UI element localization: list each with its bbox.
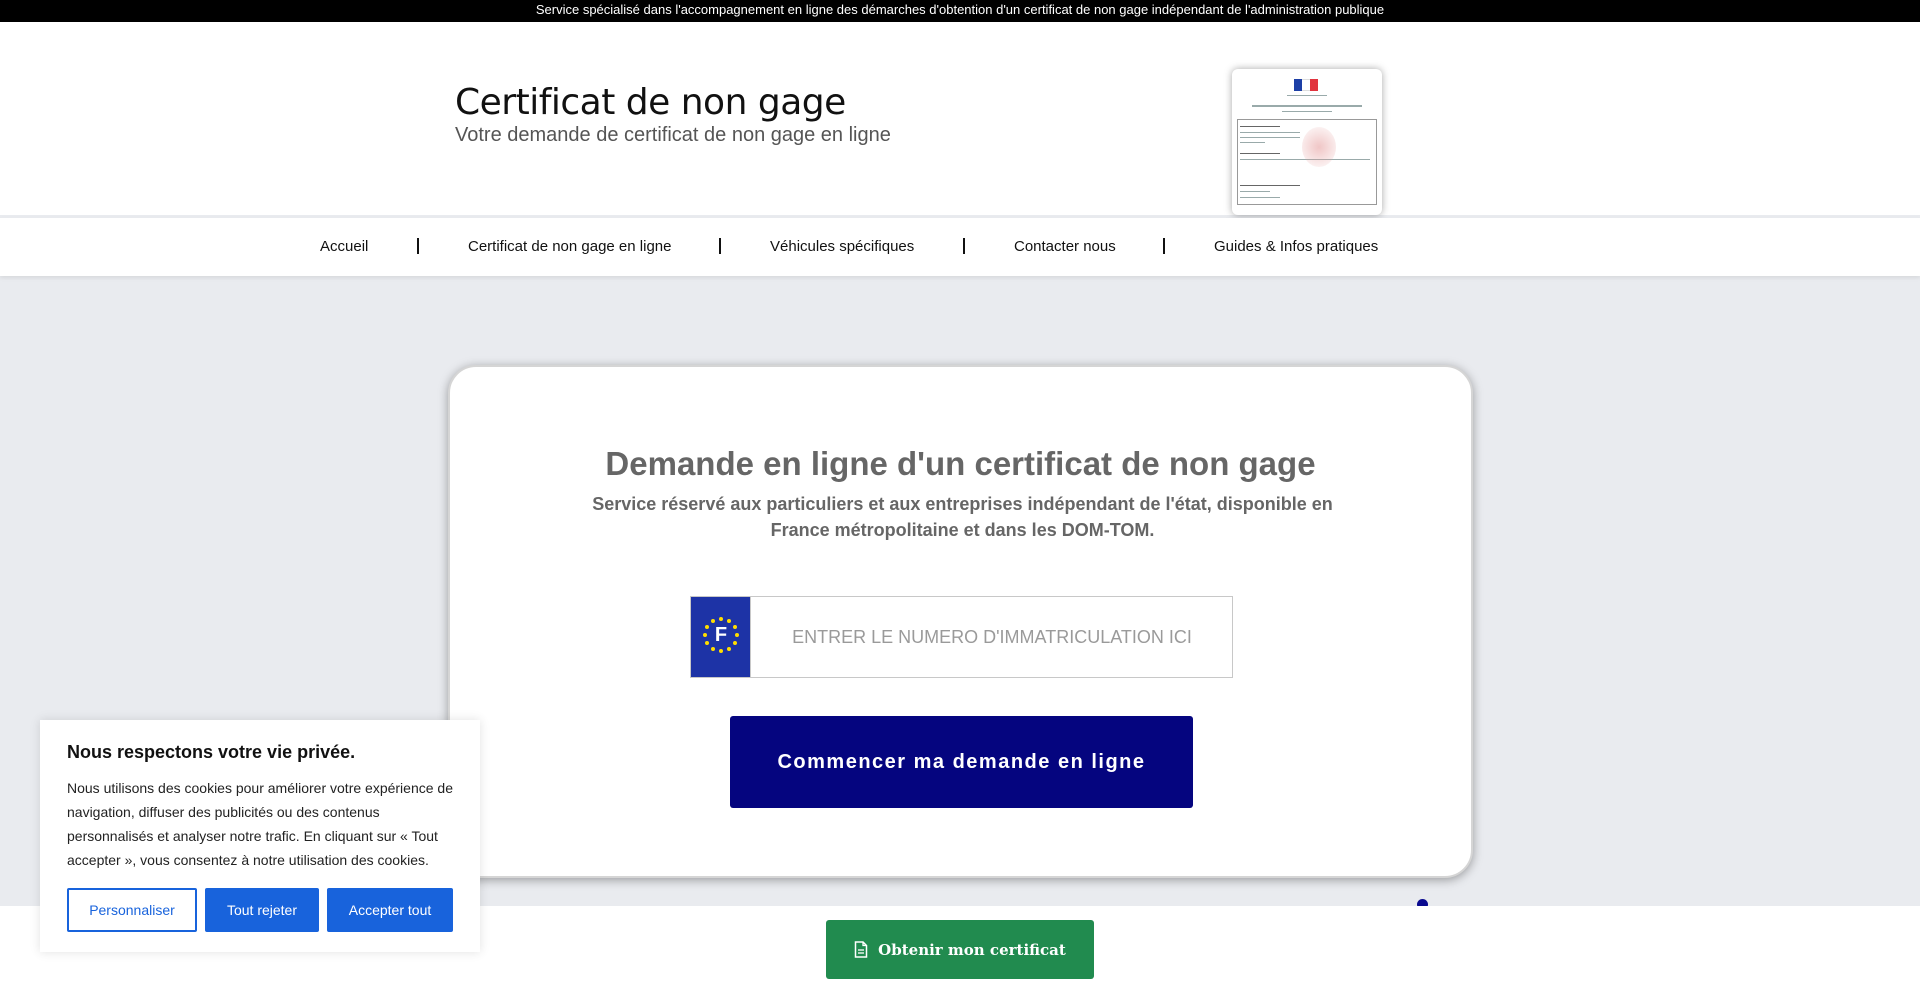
cookie-customize-button[interactable]: Personnaliser — [67, 888, 197, 932]
main-navigation: Accueil Certificat de non gage en ligne … — [0, 218, 1920, 276]
cookie-title: Nous respectons votre vie privée. — [67, 742, 356, 762]
certificate-document-image — [1232, 69, 1382, 215]
document-icon — [854, 941, 868, 958]
request-title: Demande en ligne d'un certificat de non … — [605, 445, 1316, 482]
nav-item-accueil[interactable]: Accueil — [320, 218, 368, 276]
license-plate-field: F — [690, 596, 1233, 678]
cookie-text: Nous utilisons des cookies pour améliore… — [67, 780, 453, 868]
cookie-consent-banner: Nous respectons votre vie privée. Nous u… — [40, 720, 480, 952]
cookie-accept-button[interactable]: Accepter tout — [327, 888, 453, 932]
nav-item-contact[interactable]: Contacter nous — [1014, 218, 1116, 276]
eu-plate-badge: F — [691, 597, 751, 677]
nav-item-vehicules[interactable]: Véhicules spécifiques — [770, 218, 914, 276]
request-subtitle: Service réservé aux particuliers et aux … — [592, 494, 1333, 540]
french-flag-icon — [1294, 79, 1318, 91]
top-info-bar: Service spécialisé dans l'accompagnement… — [0, 0, 1920, 22]
nav-separator — [417, 238, 419, 254]
request-card: Demande en ligne d'un certificat de non … — [448, 365, 1473, 878]
nav-separator — [719, 238, 721, 254]
plate-number-input[interactable] — [752, 597, 1232, 677]
plate-country-code: F — [714, 624, 728, 646]
top-info-text: Service spécialisé dans l'accompagnement… — [535, 2, 1385, 17]
site-title[interactable]: Certificat de non gage — [455, 82, 846, 123]
nav-item-guides[interactable]: Guides & Infos pratiques — [1214, 218, 1378, 276]
nav-separator — [963, 238, 965, 254]
obtain-certificate-label: Obtenir mon certificat — [878, 940, 1066, 959]
start-request-button[interactable]: Commencer ma demande en ligne — [730, 716, 1193, 808]
site-header: Certificat de non gage Votre demande de … — [0, 22, 1920, 215]
nav-item-certificat[interactable]: Certificat de non gage en ligne — [468, 218, 671, 276]
obtain-certificate-button[interactable]: Obtenir mon certificat — [826, 920, 1094, 979]
nav-separator — [1163, 238, 1165, 254]
cookie-reject-button[interactable]: Tout rejeter — [205, 888, 319, 932]
site-subtitle: Votre demande de certificat de non gage … — [455, 124, 891, 146]
